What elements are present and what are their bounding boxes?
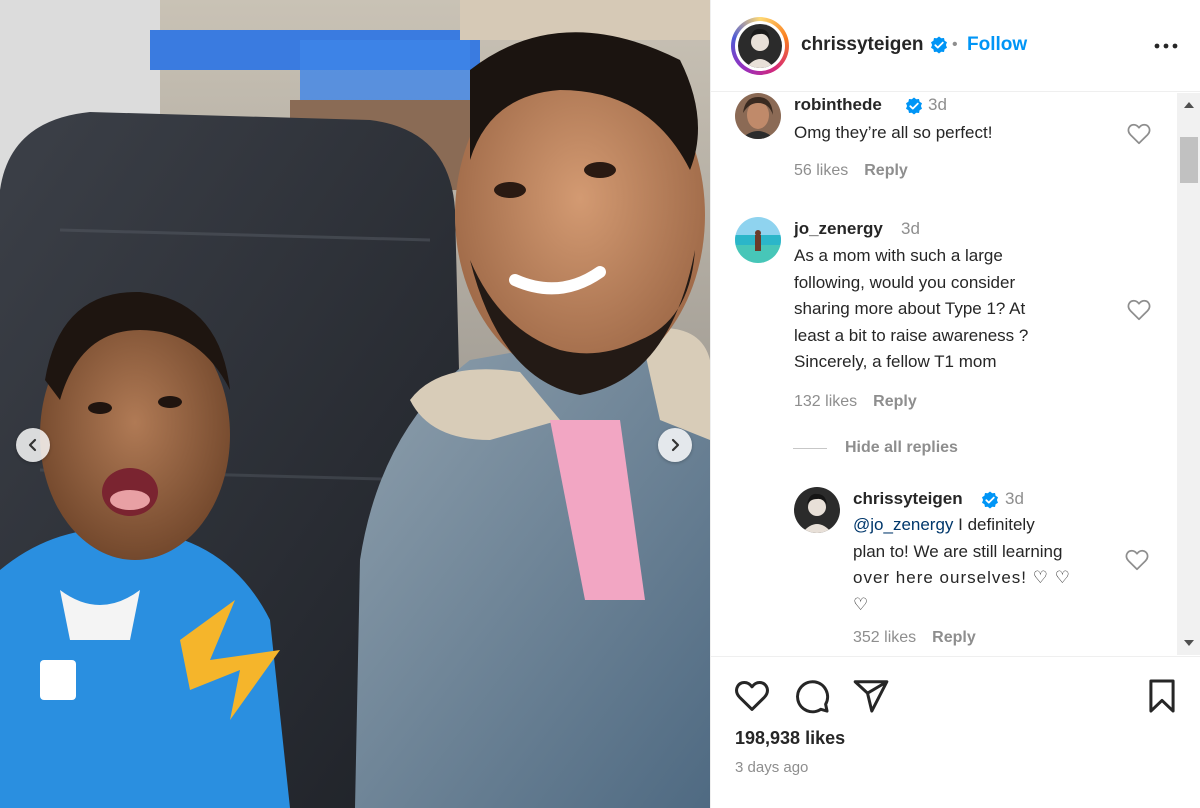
comment-meta: 352 likes Reply (853, 629, 992, 647)
likes-count[interactable]: 198,938 likes (735, 728, 845, 749)
commenter-avatar[interactable] (735, 217, 781, 263)
scroll-down-icon (1184, 640, 1194, 646)
commenter-avatar[interactable] (794, 487, 840, 533)
scroll-down-button[interactable] (1177, 631, 1200, 655)
chevron-left-icon (28, 438, 37, 452)
divider (793, 447, 827, 449)
post-timestamp[interactable]: 3 days ago (735, 759, 808, 776)
comment-time: 3d (901, 219, 920, 238)
author-avatar[interactable] (735, 21, 785, 71)
follow-button[interactable]: Follow (967, 34, 1027, 56)
reply-button[interactable]: Reply (873, 393, 917, 410)
previous-photo-button[interactable] (16, 428, 50, 462)
comment-meta: 56 likes Reply (794, 162, 924, 180)
comments-list[interactable]: robinthede 3d Omg they’re all so perfect… (711, 93, 1200, 655)
scrollbar-thumb[interactable] (1180, 137, 1198, 183)
comment-likes[interactable]: 56 likes (794, 162, 848, 179)
chevron-right-icon (671, 438, 680, 452)
hide-replies-button[interactable]: Hide all replies (793, 439, 958, 457)
heart-icon[interactable] (1126, 121, 1152, 147)
scroll-up-icon (1184, 102, 1194, 108)
commenter-username[interactable]: jo_zenergy (794, 219, 883, 239)
verified-badge-icon (982, 491, 998, 509)
comment-icon[interactable] (793, 677, 831, 715)
more-options-button[interactable] (1151, 34, 1181, 58)
next-photo-button[interactable] (658, 428, 692, 462)
verified-badge-icon (931, 36, 947, 54)
more-options-icon (1154, 43, 1178, 49)
commenter-username[interactable]: robinthede (794, 95, 882, 115)
reply-button[interactable]: Reply (864, 162, 908, 179)
bookmark-icon[interactable] (1143, 677, 1181, 715)
heart-icon[interactable] (733, 677, 771, 715)
comment-text: Omg they’re all so perfect! (794, 123, 993, 142)
mention-link[interactable]: @jo_zenergy (853, 515, 953, 534)
verified-badge-icon (906, 97, 922, 115)
reply-button[interactable]: Reply (932, 629, 976, 646)
share-icon[interactable] (852, 677, 890, 715)
author-username[interactable]: chrissyteigen (801, 34, 924, 56)
post-media[interactable] (0, 0, 710, 808)
heart-icon[interactable] (1126, 297, 1152, 323)
post-photo (0, 0, 710, 808)
comment-meta: 132 likes Reply (794, 393, 933, 411)
comment-likes[interactable]: 132 likes (794, 393, 857, 410)
scroll-up-button[interactable] (1177, 93, 1200, 117)
comment-time: 3d (1005, 489, 1024, 508)
comment-time: 3d (928, 95, 947, 114)
comment-likes[interactable]: 352 likes (853, 629, 916, 646)
header-separator: • (952, 36, 958, 53)
comment-text: @jo_zenergy I definitely plan to! We are… (853, 515, 1071, 614)
post-header: chrissyteigen • Follow (711, 0, 1200, 92)
comment-text: As a mom with such a large following, wo… (794, 246, 1029, 371)
commenter-avatar[interactable] (735, 93, 781, 139)
comments-scrollbar[interactable] (1177, 93, 1200, 655)
heart-icon[interactable] (1124, 547, 1150, 573)
commenter-username[interactable]: chrissyteigen (853, 489, 963, 509)
post-details-panel: chrissyteigen • Follow robinthede 3d Omg… (710, 0, 1200, 808)
